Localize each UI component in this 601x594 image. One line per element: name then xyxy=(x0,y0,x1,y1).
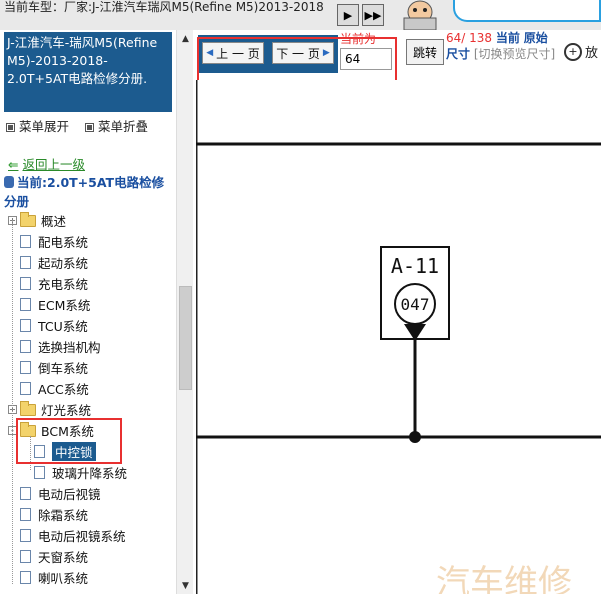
tree-guide-line xyxy=(12,220,13,584)
expand-icon xyxy=(6,123,15,132)
scroll-thumb[interactable] xyxy=(179,286,192,390)
tree-item-label: 喇叭系统 xyxy=(38,571,89,586)
menu-expand-link[interactable]: 菜单展开 xyxy=(19,119,69,134)
sidebar: J-江淮汽车-瑞风M5(Refine M5)-2013-2018- 2.0T+5… xyxy=(0,30,176,594)
tree-item-label: 倒车系统 xyxy=(38,361,89,376)
connector-label: A-11 xyxy=(391,254,439,278)
folder-icon xyxy=(20,400,36,416)
zoom-in-icon: + xyxy=(564,42,582,61)
tree-item[interactable]: 起动系统 xyxy=(8,252,88,273)
tree-item[interactable]: + 灯光系统 xyxy=(8,399,91,420)
tree-item-label: 选换挡机构 xyxy=(38,340,101,355)
status-size[interactable]: 尺寸 xyxy=(446,47,470,61)
manual-title: J-江淮汽车-瑞风M5(Refine M5)-2013-2018- 2.0T+5… xyxy=(4,32,172,112)
mascot-icon xyxy=(403,0,437,30)
back-arrow-icon: ⇐ xyxy=(8,157,19,172)
splice-dot xyxy=(409,431,421,443)
tree-item[interactable]: ACC系统 xyxy=(8,378,89,399)
tree-item-label: 概述 xyxy=(41,214,67,229)
document-icon xyxy=(20,256,31,269)
top-bar: 当前车型：厂家:J-江淮汽车瑞风M5(Refine M5)2013-2018 ▶… xyxy=(0,0,601,30)
folder-icon xyxy=(20,211,36,227)
back-link[interactable]: ⇐ 返回上一级 xyxy=(8,154,85,173)
status-current: 当前 xyxy=(495,31,520,45)
scroll-up-arrow-icon[interactable]: ▲ xyxy=(177,30,194,47)
tree-item[interactable]: 喇叭系统 xyxy=(8,567,88,588)
jump-button[interactable]: 跳转 xyxy=(406,39,444,65)
tree-item-label: 天窗系统 xyxy=(38,550,89,565)
tree-item[interactable]: + 概述 xyxy=(8,210,66,231)
document-icon xyxy=(20,571,31,584)
tree-item[interactable]: 选换挡机构 xyxy=(8,336,101,357)
document-icon xyxy=(20,529,31,542)
tree-item[interactable]: 配电系统 xyxy=(8,231,88,252)
pin-label: 047 xyxy=(401,295,430,314)
tree-item-label: 充电系统 xyxy=(38,277,89,292)
tree-item-label: 电动后视镜 xyxy=(38,487,101,502)
collapse-icon xyxy=(84,123,94,132)
tree-item-label: 配电系统 xyxy=(38,235,89,250)
tree-item-label: 灯光系统 xyxy=(41,403,92,418)
tree-item-label: 起动系统 xyxy=(38,256,89,271)
tree-item[interactable]: 倒车系统 xyxy=(8,357,88,378)
tree-item-label: TCU系统 xyxy=(38,319,88,334)
scroll-down-arrow-icon[interactable]: ▼ xyxy=(177,577,194,594)
tree-item[interactable]: 电动后视镜 xyxy=(8,483,101,504)
document-icon xyxy=(20,277,31,290)
current-section-label: 当前:2.0T+5AT电路检修分册 xyxy=(4,175,165,209)
tree-item-label: 除霜系统 xyxy=(38,508,89,523)
tree-item-label: ECM系统 xyxy=(38,298,91,313)
tree-item-label: ACC系统 xyxy=(38,382,89,397)
vehicle-info: 当前车型：厂家:J-江淮汽车瑞风M5(Refine M5)2013-2018 xyxy=(4,0,324,14)
tree-item-label: 玻璃升降系统 xyxy=(52,466,128,481)
status-original: 原始 xyxy=(523,31,548,45)
tree-item[interactable]: ECM系统 xyxy=(8,294,90,315)
triangle-right-icon: ▶ xyxy=(343,8,353,22)
tree-item[interactable]: TCU系统 xyxy=(8,315,88,336)
double-triangle-icon: ▶▶ xyxy=(364,8,382,22)
wiring-diagram: A-11 047 汽车维修 xyxy=(196,80,601,594)
menu-controls: 菜单展开 菜单折叠 xyxy=(6,116,148,135)
zoom-label: 放 xyxy=(585,46,599,61)
play-forward-button[interactable]: ▶ xyxy=(337,4,359,26)
document-icon xyxy=(20,382,31,395)
current-section: 当前:2.0T+5AT电路检修分册 xyxy=(4,173,174,211)
toggle-preview-size-link[interactable]: [切换预览尺寸] xyxy=(474,47,555,61)
sidebar-scrollbar[interactable]: ▲ ▼ xyxy=(176,30,193,594)
tree-item[interactable]: 除霜系统 xyxy=(8,504,88,525)
tree-item[interactable]: 玻璃升降系统 xyxy=(34,462,127,483)
document-icon xyxy=(20,340,31,353)
tree-item[interactable]: 电动后视镜系统 xyxy=(8,525,126,546)
document-icon xyxy=(20,508,31,521)
document-icon xyxy=(20,319,31,332)
page-status: 64/ 138 当前 原始 尺寸 [切换预览尺寸] xyxy=(446,30,556,62)
document-icon xyxy=(20,550,31,563)
zoom-button[interactable]: + 放 xyxy=(564,42,598,61)
document-icon xyxy=(20,235,31,248)
document-icon xyxy=(34,466,45,479)
back-link-label: 返回上一级 xyxy=(22,157,85,172)
header-panel xyxy=(453,0,601,22)
document-icon xyxy=(20,361,31,374)
tree-item[interactable]: 天窗系统 xyxy=(8,546,88,567)
selection-highlight xyxy=(16,418,122,464)
skip-forward-button[interactable]: ▶▶ xyxy=(362,4,384,26)
database-icon xyxy=(4,176,14,188)
document-icon xyxy=(20,487,31,500)
watermark: 汽车维修 xyxy=(436,563,572,594)
tree-item-label: 电动后视镜系统 xyxy=(38,529,126,544)
tree-item[interactable]: 充电系统 xyxy=(8,273,88,294)
document-icon xyxy=(20,298,31,311)
page-count: 64/ 138 xyxy=(446,31,493,45)
menu-collapse-link[interactable]: 菜单折叠 xyxy=(98,119,148,134)
